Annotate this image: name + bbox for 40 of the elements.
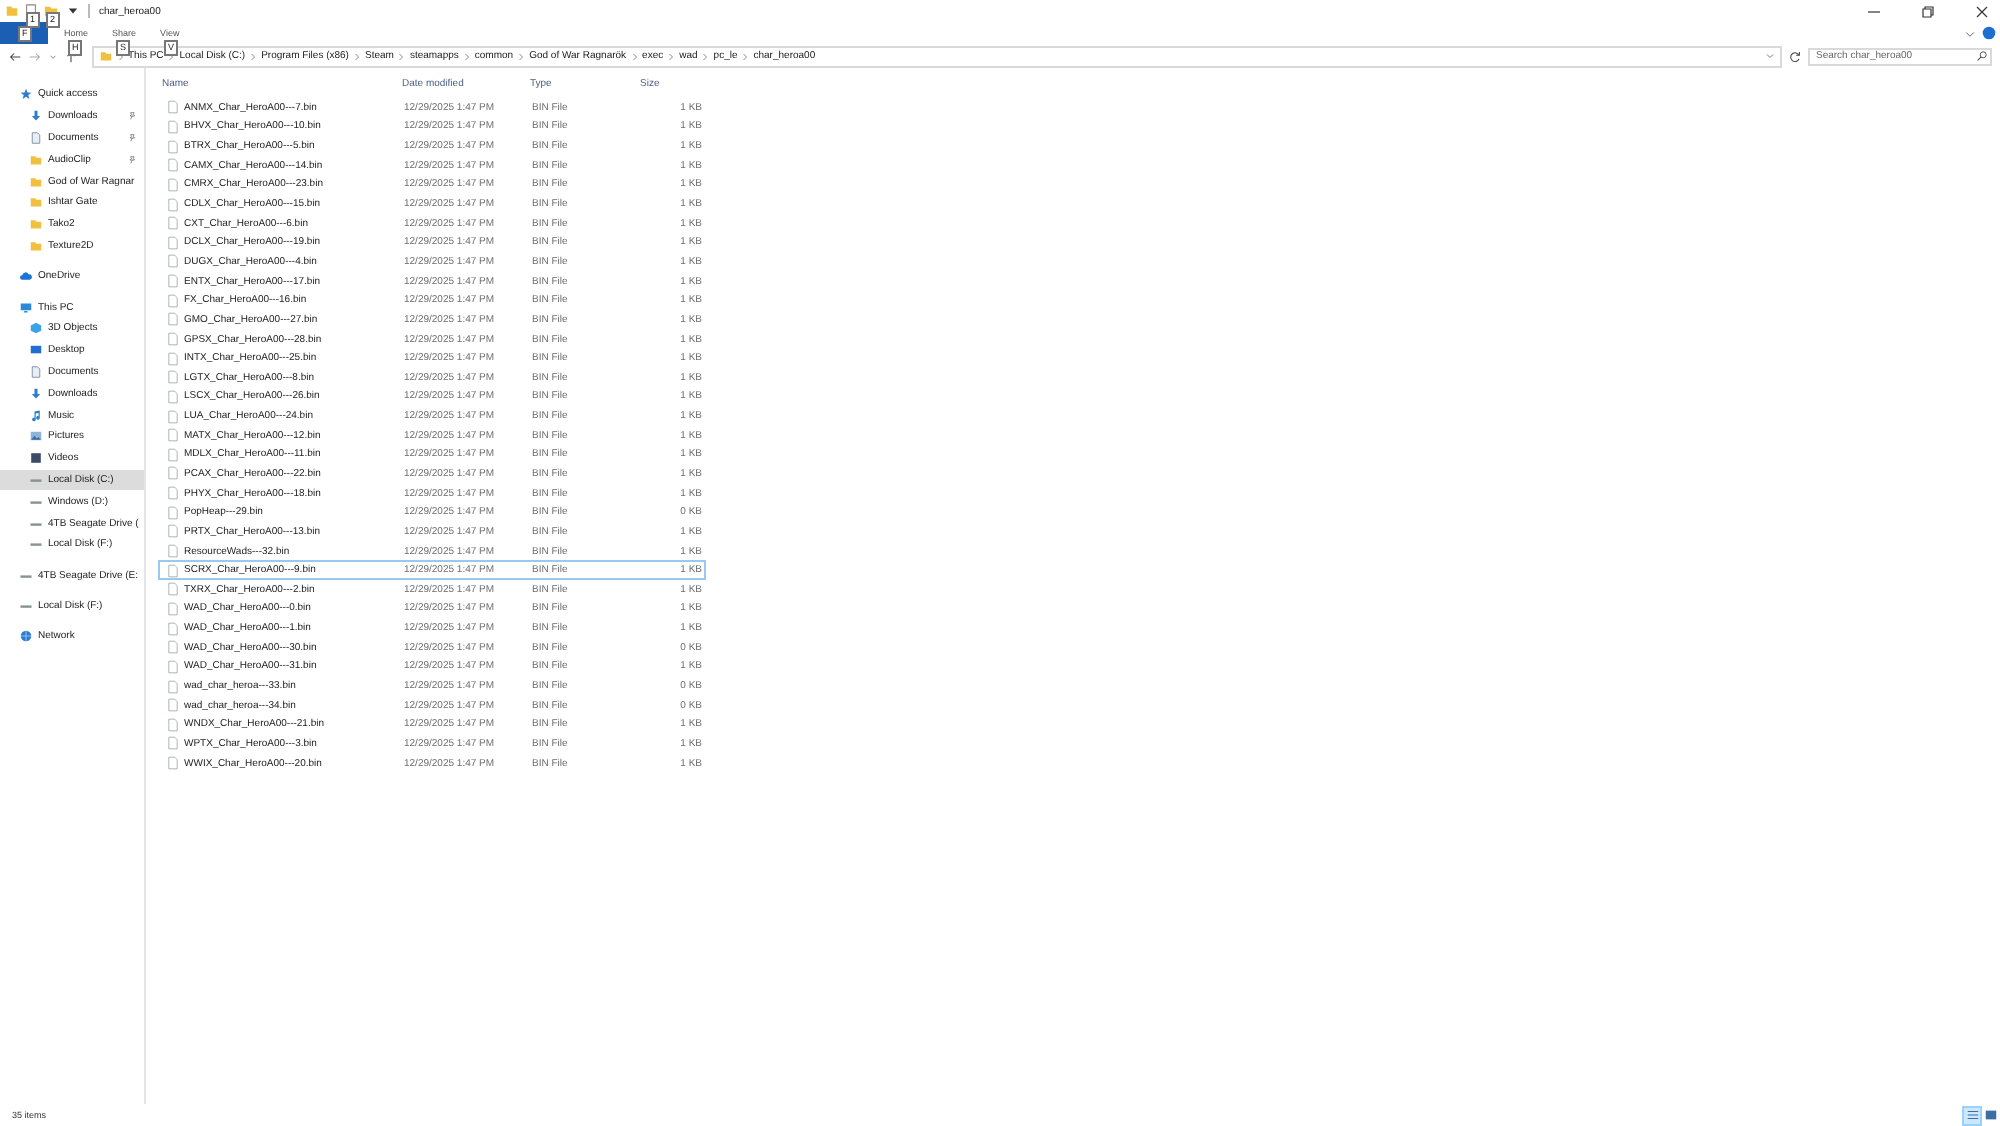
document-icon xyxy=(30,365,42,378)
close-icon[interactable] xyxy=(1972,1,1992,21)
chevron-right-icon xyxy=(702,51,709,61)
chevron-right-icon xyxy=(398,51,405,61)
chevron-right-icon xyxy=(168,51,175,61)
drive-icon xyxy=(20,599,32,612)
chevron-down-icon[interactable] xyxy=(1964,27,1976,39)
chevron-right-icon xyxy=(353,51,360,61)
drive-icon xyxy=(30,538,42,551)
folder-icon xyxy=(6,4,18,18)
large-icons-view-button[interactable] xyxy=(1982,1107,1998,1123)
up-arrow-icon[interactable] xyxy=(64,49,78,63)
network-icon xyxy=(20,630,32,643)
back-arrow-icon[interactable] xyxy=(8,49,22,63)
document-icon xyxy=(30,131,42,144)
download-arrow-icon xyxy=(30,387,42,400)
drive-icon xyxy=(30,473,42,486)
drive-icon xyxy=(30,517,42,530)
drive-icon xyxy=(20,569,32,582)
chevron-right-icon xyxy=(742,51,749,61)
chevron-right-icon xyxy=(631,51,638,61)
restore-icon[interactable] xyxy=(1918,1,1938,21)
folder-icon xyxy=(100,50,112,62)
star-icon xyxy=(20,88,32,101)
cloud-icon xyxy=(20,270,32,283)
download-arrow-icon xyxy=(30,110,42,123)
drive-icon xyxy=(30,495,42,508)
picture-icon xyxy=(30,430,42,443)
details-view-button[interactable] xyxy=(1964,1107,1980,1123)
chevron-right-icon xyxy=(463,51,470,61)
chevron-right-icon xyxy=(518,51,525,61)
computer-icon xyxy=(20,301,32,314)
chevron-right-icon xyxy=(250,51,257,61)
refresh-icon[interactable] xyxy=(1788,49,1802,63)
cube-icon xyxy=(30,322,42,335)
dropdown-arrow-icon[interactable] xyxy=(68,6,78,16)
chevron-right-icon xyxy=(668,51,675,61)
search-icon xyxy=(1976,50,1988,62)
chevron-right-icon xyxy=(117,51,123,61)
music-note-icon xyxy=(30,409,42,422)
